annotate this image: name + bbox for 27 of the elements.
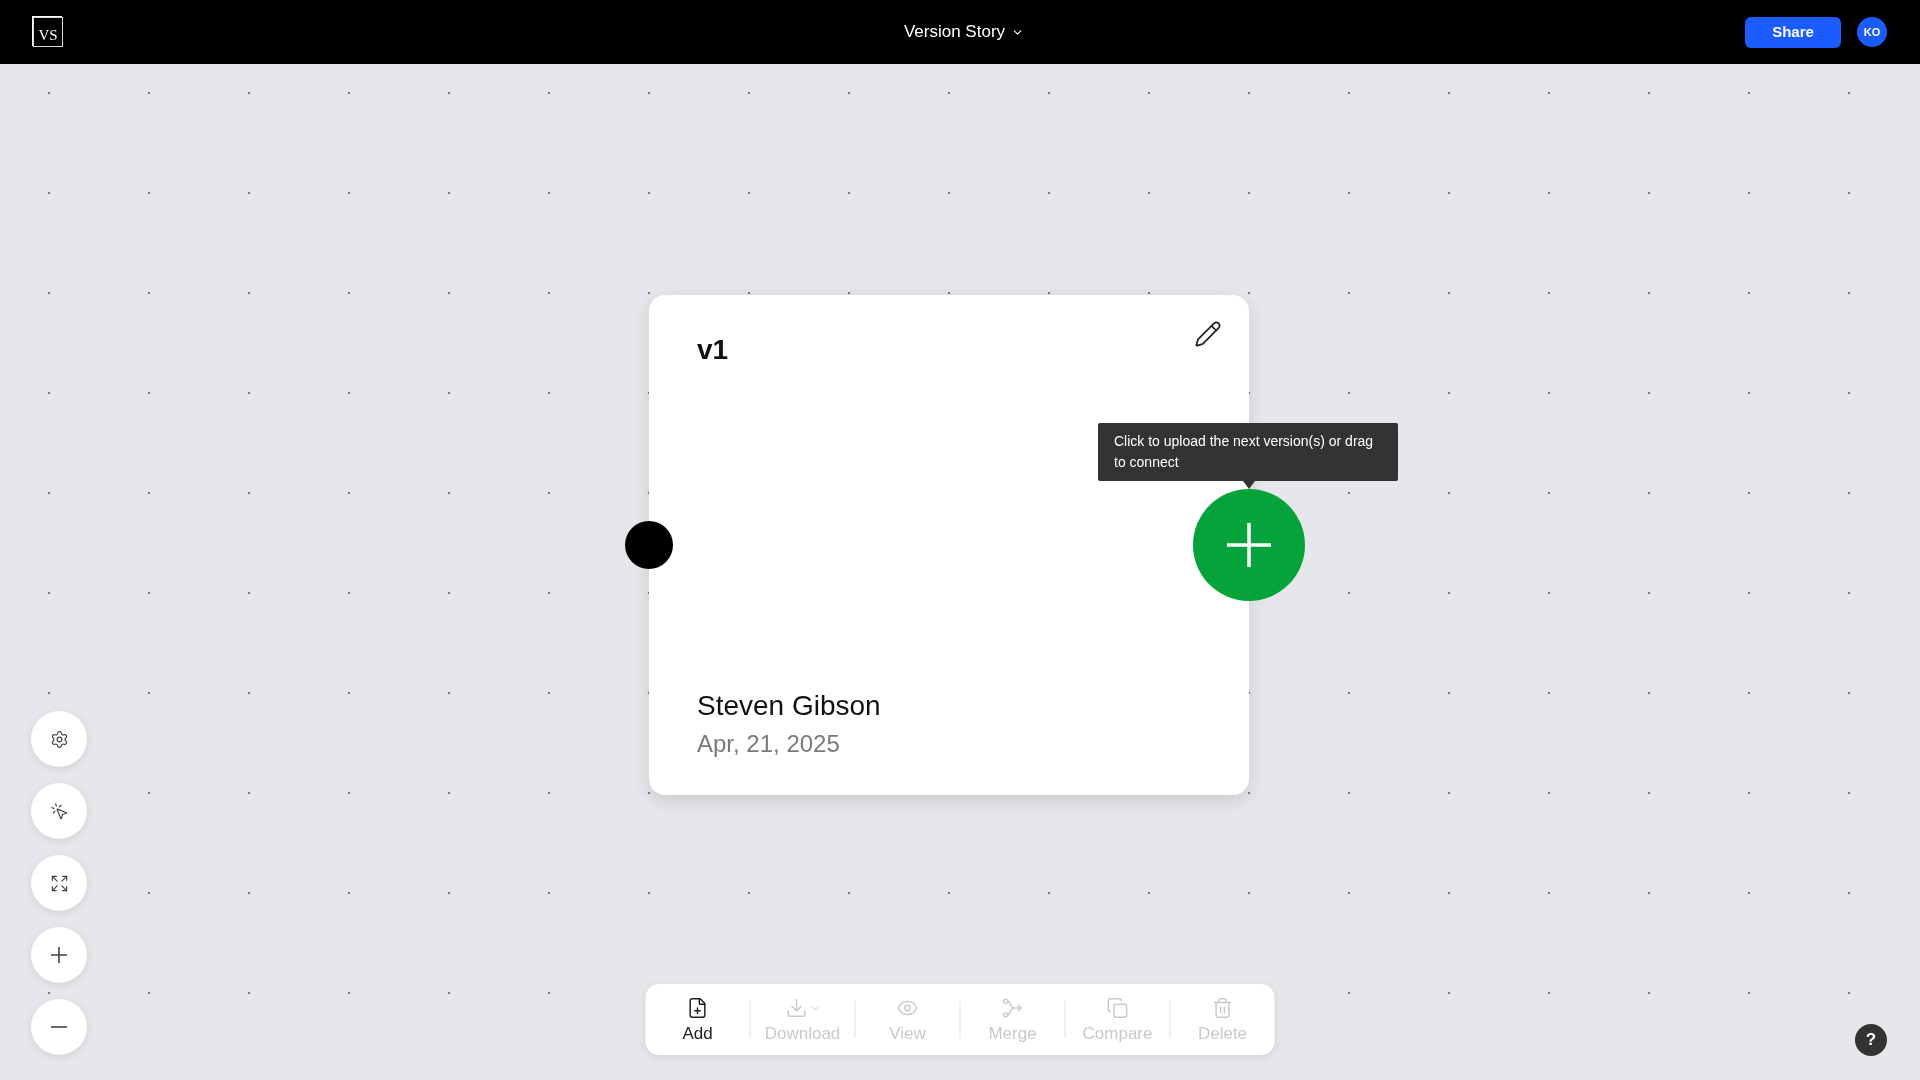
plus-icon [51,947,67,963]
cursor-click-icon [49,801,69,821]
tooltip: Click to upload the next version(s) or drag to connect [1098,423,1398,481]
copy-icon [1106,997,1129,1019]
cursor-button[interactable] [31,783,87,839]
fit-view-button[interactable] [31,855,87,911]
project-title-dropdown[interactable]: Version Story [895,19,1025,45]
minus-icon [51,1026,67,1028]
add-button[interactable]: Add [645,984,750,1055]
expand-icon [49,873,69,893]
help-button[interactable]: ? [1855,1024,1887,1056]
merge-icon [1001,997,1024,1019]
logo[interactable]: VS [33,17,63,47]
trash-icon [1211,997,1234,1019]
plus-icon [1227,523,1271,567]
author-name: Steven Gibson [697,689,881,723]
download-icon [785,997,807,1019]
edit-button[interactable] [1194,320,1222,348]
user-avatar[interactable]: KO [1857,17,1887,47]
settings-button[interactable] [31,711,87,767]
share-button[interactable]: Share [1745,16,1841,48]
tooltip-arrow-icon [1243,481,1255,489]
version-date: Apr, 21, 2025 [697,729,840,759]
version-label: v1 [697,333,729,367]
settings-icon [49,729,69,749]
file-plus-icon [686,997,709,1019]
pencil-icon [1194,320,1222,348]
